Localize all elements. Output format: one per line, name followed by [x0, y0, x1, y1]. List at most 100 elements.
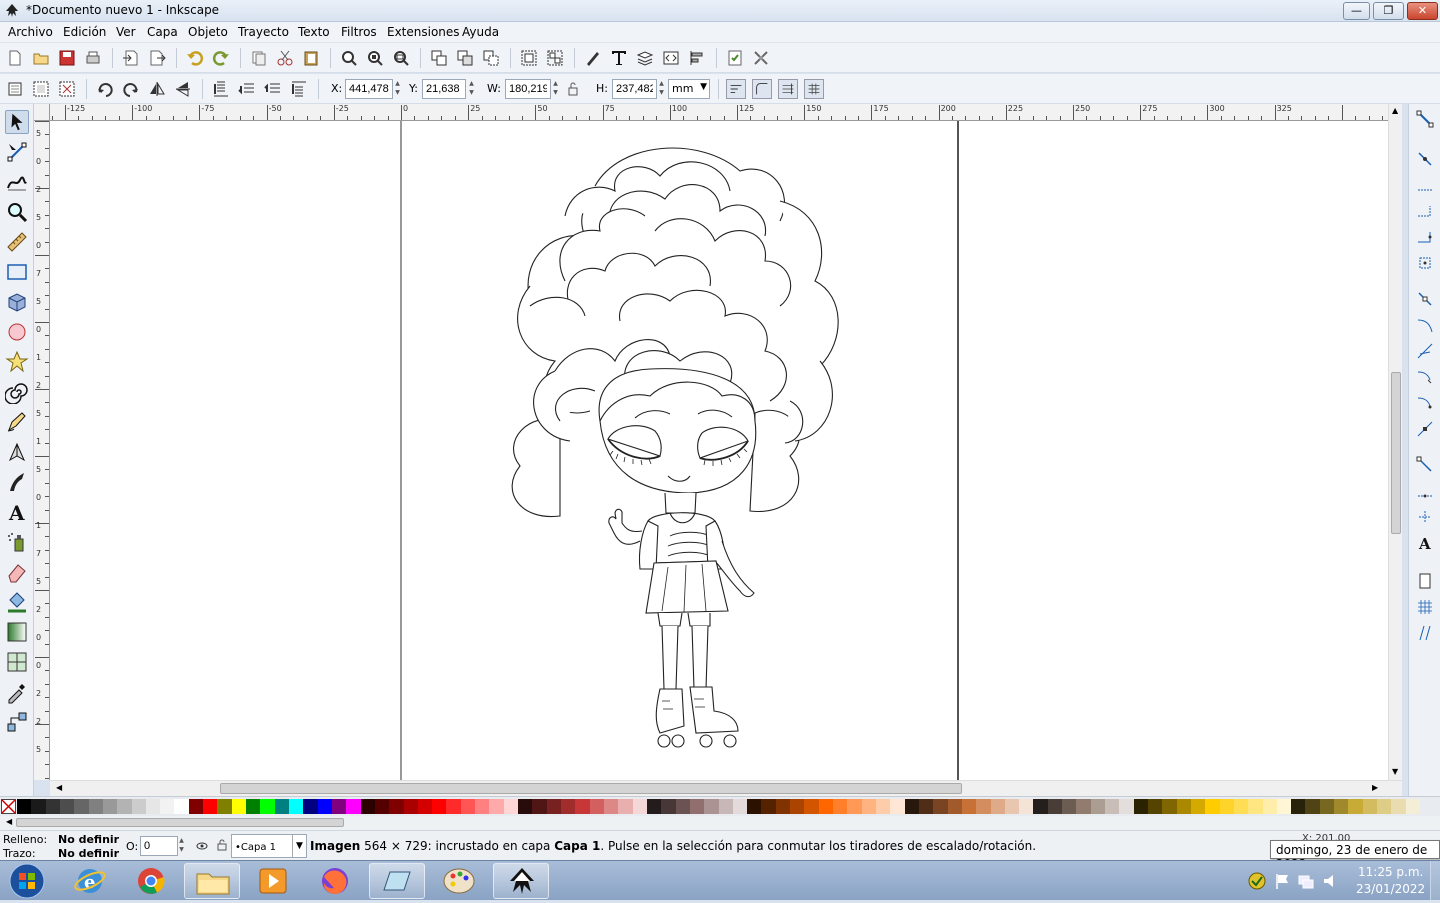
menu-filtros[interactable]: Filtros — [341, 25, 377, 39]
zoom-tool-icon[interactable] — [5, 200, 29, 224]
palette-swatch[interactable] — [1248, 799, 1264, 814]
paint-bucket-tool-icon[interactable] — [5, 590, 29, 614]
ruler-vertical[interactable]: 5 0 2 5 0 7 5 0 1 2 5 1 5 0 1 7 5 2 0 0 2 2 5 — [34, 121, 50, 780]
menu-edicion[interactable]: Edición — [63, 25, 106, 39]
rectangle-tool-icon[interactable] — [5, 260, 29, 284]
node-tool-icon[interactable] — [5, 140, 29, 164]
copy-icon[interactable] — [250, 49, 268, 67]
palette-swatch[interactable] — [890, 799, 906, 814]
palette-swatch[interactable] — [246, 799, 261, 814]
gradient-tool-icon[interactable] — [5, 620, 29, 644]
raise-to-top-icon[interactable] — [290, 80, 308, 98]
scroll-left-icon[interactable]: ◀ — [56, 783, 62, 792]
palette-swatch[interactable] — [217, 799, 233, 814]
palette-swatch[interactable] — [417, 799, 433, 814]
palette-swatch[interactable] — [503, 799, 519, 814]
raise-icon[interactable] — [264, 80, 282, 98]
palette-swatch[interactable] — [1062, 799, 1077, 814]
palette-swatch[interactable] — [1019, 799, 1034, 814]
palette-scroll-left-icon[interactable]: ◀ — [6, 817, 12, 826]
palette-swatch[interactable] — [1362, 799, 1378, 814]
ungroup-icon[interactable] — [546, 49, 564, 67]
menu-archivo[interactable]: Archivo — [8, 25, 53, 39]
clone-icon[interactable] — [456, 49, 474, 67]
palette-swatch[interactable] — [374, 799, 390, 814]
palette-swatch[interactable] — [1205, 799, 1221, 814]
redo-icon[interactable] — [212, 49, 230, 67]
palette-swatch[interactable] — [775, 799, 791, 814]
text-tool-icon[interactable]: A — [5, 500, 29, 524]
taskbar-notes[interactable] — [369, 863, 425, 899]
palette-swatch[interactable] — [317, 799, 333, 814]
ruler-horizontal[interactable]: -125 -100 -75 -50 -25 0 25 50 75 100 125 150 175 200 2… — [50, 104, 1388, 121]
w-spin-arrows[interactable]: ▲ ▼ — [551, 79, 560, 99]
maximize-button[interactable]: ❐ — [1373, 2, 1404, 20]
mesh-tool-icon[interactable] — [5, 650, 29, 674]
girl-illustration-image[interactable] — [511, 147, 839, 748]
cut-icon[interactable] — [276, 49, 294, 67]
palette-swatch[interactable] — [303, 799, 319, 814]
y-input[interactable] — [422, 79, 466, 99]
palette-swatch[interactable] — [203, 799, 218, 814]
palette-swatch[interactable] — [689, 799, 705, 814]
palette-scroll-thumb[interactable] — [16, 818, 344, 827]
palette-swatch[interactable] — [1319, 799, 1335, 814]
snap-grids-icon[interactable] — [1416, 598, 1434, 616]
layer-visibility-icon[interactable] — [196, 840, 208, 852]
menu-extensiones[interactable]: Extensiones — [387, 25, 460, 39]
palette-swatch[interactable] — [1291, 799, 1306, 814]
flip-horizontal-icon[interactable] — [148, 80, 166, 98]
taskbar-paint[interactable] — [431, 863, 487, 899]
star-tool-icon[interactable] — [5, 350, 29, 374]
opacity-input[interactable] — [140, 836, 178, 856]
palette-swatch[interactable] — [990, 799, 1006, 814]
clock-date[interactable]: 23/01/2022 — [1356, 882, 1425, 896]
transform-gradients-icon[interactable] — [778, 79, 798, 99]
opacity-spin-arrows[interactable]: ▲ ▼ — [177, 836, 186, 856]
import-icon[interactable] — [122, 49, 140, 67]
palette-swatch[interactable] — [59, 799, 75, 814]
selector-tool-icon[interactable] — [5, 110, 29, 134]
unit-select[interactable]: mm ▼ — [668, 79, 710, 99]
palette-swatch[interactable] — [1047, 799, 1063, 814]
palette-swatch[interactable] — [875, 799, 891, 814]
palette-swatch[interactable] — [1405, 799, 1421, 814]
palette-swatch[interactable] — [17, 799, 32, 814]
palette-swatch[interactable] — [861, 799, 877, 814]
vertical-scroll-thumb[interactable] — [1391, 372, 1401, 534]
scroll-right-icon[interactable]: ▶ — [1372, 783, 1378, 792]
transform-patterns-icon[interactable] — [804, 79, 824, 99]
snap-nodes-icon[interactable] — [1416, 290, 1434, 308]
snap-smooth-nodes-icon[interactable] — [1416, 394, 1434, 412]
scroll-down-icon[interactable]: ▼ — [1392, 767, 1398, 776]
taskbar-media-player[interactable] — [245, 863, 301, 899]
palette-scrollbar[interactable]: ◀ — [0, 816, 1440, 830]
snap-cusp-nodes-icon[interactable] — [1416, 368, 1434, 386]
palette-swatch[interactable] — [947, 799, 963, 814]
palette-swatch[interactable] — [1219, 799, 1235, 814]
palette-swatch[interactable] — [603, 799, 619, 814]
lower-to-bottom-icon[interactable] — [212, 80, 230, 98]
palette-swatch[interactable] — [131, 799, 147, 814]
palette-swatch[interactable] — [1176, 799, 1192, 814]
unlink-clone-icon[interactable] — [482, 49, 500, 67]
taskbar-inkscape[interactable] — [493, 863, 549, 899]
palette-swatch[interactable] — [1190, 799, 1206, 814]
palette-swatch[interactable] — [904, 799, 920, 814]
palette-swatch[interactable] — [274, 799, 290, 814]
menu-ver[interactable]: Ver — [116, 25, 136, 39]
palette-swatch[interactable] — [532, 799, 548, 814]
palette-swatch[interactable] — [704, 799, 719, 814]
snap-toggle-icon[interactable] — [1416, 110, 1434, 128]
network-icon[interactable] — [1297, 872, 1315, 890]
palette-swatch[interactable] — [1033, 799, 1049, 814]
no-paint-icon[interactable] — [1, 799, 16, 814]
start-button-icon[interactable] — [6, 861, 48, 901]
spiral-tool-icon[interactable] — [5, 380, 29, 404]
palette-swatch[interactable] — [1233, 799, 1249, 814]
palette-swatch[interactable] — [1334, 799, 1349, 814]
taskbar-chrome[interactable] — [123, 863, 179, 899]
layers-icon[interactable] — [636, 49, 654, 67]
palette-swatch[interactable] — [1348, 799, 1364, 814]
palette-swatch[interactable] — [231, 799, 247, 814]
